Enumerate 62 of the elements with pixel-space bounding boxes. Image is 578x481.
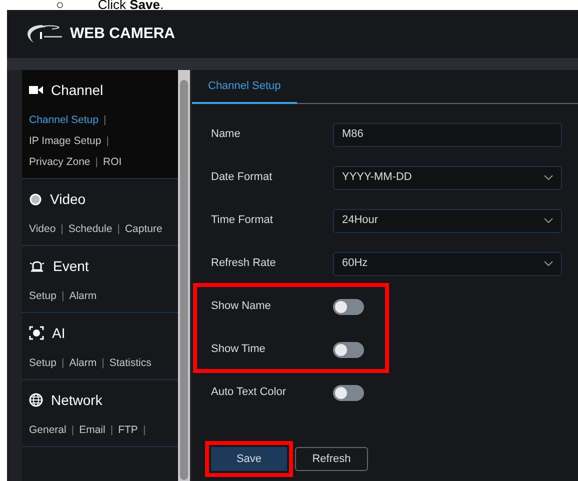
dropdown-field[interactable]: 60Hz xyxy=(333,252,562,276)
section-title[interactable]: Event xyxy=(53,256,89,276)
menu-link[interactable]: Alarm xyxy=(69,353,97,374)
dropdown-value: YYYY-MM-DD xyxy=(342,170,412,186)
field-label: Refresh Rate xyxy=(211,256,277,272)
text-field[interactable]: M86 xyxy=(333,122,562,146)
separator-mark: | xyxy=(95,155,98,170)
menu-link[interactable]: IP Image Setup xyxy=(29,131,102,152)
bullet-mark: ○ xyxy=(56,0,64,10)
separator-mark: | xyxy=(102,356,104,371)
globe-icon xyxy=(29,393,43,407)
field-label: Time Format xyxy=(211,213,274,228)
field-label: Date Format xyxy=(211,170,274,186)
chevron-down-icon xyxy=(544,261,553,266)
menu-link[interactable]: Alarm xyxy=(69,286,97,307)
app-title: WEB CAMERA xyxy=(70,24,175,44)
bell-icon xyxy=(29,259,45,273)
video-camera-icon xyxy=(29,85,43,95)
separator-mark: | xyxy=(106,134,109,149)
field-label: Show Time xyxy=(211,342,266,358)
section-title[interactable]: AI xyxy=(52,322,66,344)
separator-mark: | xyxy=(103,113,106,128)
dropdown-field[interactable]: YYYY-MM-DD xyxy=(333,166,562,190)
menu-link[interactable]: FTP xyxy=(118,420,138,441)
toggle-switch[interactable] xyxy=(333,384,364,400)
menu-link[interactable]: Privacy Zone xyxy=(29,152,90,173)
separator-mark: | xyxy=(142,423,146,438)
menu-link[interactable]: Email xyxy=(79,420,106,441)
section-title[interactable]: Network xyxy=(51,390,102,410)
section-title[interactable]: Channel xyxy=(51,80,104,100)
chevron-down-icon xyxy=(544,218,553,223)
menu-link[interactable]: Channel Setup xyxy=(29,110,98,131)
dropdown-value: 60Hz xyxy=(342,256,368,272)
separator-mark: | xyxy=(110,423,114,438)
menu-link[interactable]: Video xyxy=(29,219,56,240)
menu-link[interactable]: Capture xyxy=(124,219,162,240)
scrollbar[interactable] xyxy=(178,70,190,481)
menu-link[interactable]: Setup xyxy=(29,286,56,307)
dropdown-field[interactable]: 24Hour xyxy=(333,208,562,232)
section-title[interactable]: Video xyxy=(50,188,86,210)
circle-icon xyxy=(29,192,42,206)
field-label: Name xyxy=(211,127,242,142)
menu-link[interactable]: Statistics xyxy=(109,353,152,374)
dropdown-value: 24Hour xyxy=(342,213,378,228)
chevron-down-icon xyxy=(544,175,553,180)
separator-mark: | xyxy=(61,289,64,304)
save-button[interactable]: Save xyxy=(211,447,287,471)
separator-mark: | xyxy=(117,222,120,237)
field-label: Show Name xyxy=(211,299,272,314)
face-scan-icon xyxy=(29,326,44,340)
refresh-button[interactable]: Refresh xyxy=(295,447,368,471)
toggle-switch[interactable] xyxy=(333,342,364,358)
menu-link[interactable]: ROI xyxy=(103,152,122,173)
menu-link[interactable]: Setup xyxy=(29,353,56,374)
separator-mark: | xyxy=(61,356,64,371)
menu-link[interactable]: General xyxy=(29,420,66,441)
field-label: Auto Text Color xyxy=(211,385,288,400)
separator-mark: | xyxy=(71,423,74,438)
menu-link[interactable]: Schedule xyxy=(68,219,112,240)
tab[interactable]: Channel Setup xyxy=(192,70,297,104)
toggle-switch[interactable] xyxy=(333,298,364,314)
separator-mark: | xyxy=(60,222,64,237)
